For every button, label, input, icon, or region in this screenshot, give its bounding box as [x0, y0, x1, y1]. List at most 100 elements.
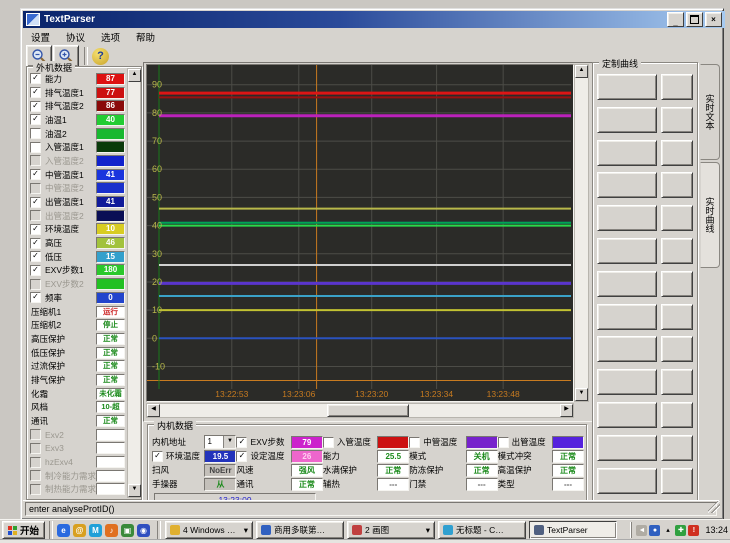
- custom-curve-button[interactable]: [597, 402, 657, 428]
- checkbox[interactable]: [30, 183, 41, 194]
- checkbox[interactable]: [30, 457, 41, 468]
- task-dropdown-icon[interactable]: ▾: [426, 525, 430, 536]
- checkbox[interactable]: [323, 437, 334, 448]
- dropdown-arrow-icon[interactable]: ▼: [223, 436, 235, 448]
- alert-icon[interactable]: !: [688, 525, 699, 536]
- checkbox[interactable]: ✓: [30, 224, 41, 235]
- custom-curve-button[interactable]: [597, 271, 657, 297]
- checkbox[interactable]: ✓: [30, 73, 41, 84]
- sidebar-scrollbar[interactable]: ▲ ▼: [127, 68, 141, 498]
- chart-plot[interactable]: 9080706050403020100-1013:22:5313:23:0613…: [146, 64, 574, 402]
- minimize-button[interactable]: _: [667, 12, 684, 27]
- checkbox[interactable]: ✓: [30, 265, 41, 276]
- task-button-商用多联第…[interactable]: 商用多联第…: [256, 521, 344, 539]
- media-icon[interactable]: ♪: [105, 524, 118, 537]
- title-bar[interactable]: TextParser _ ×: [23, 11, 725, 28]
- checkbox[interactable]: [30, 443, 41, 454]
- custom-curve-value-button[interactable]: [661, 402, 693, 428]
- restore-button[interactable]: [686, 12, 703, 27]
- custom-curve-button[interactable]: [597, 468, 657, 494]
- custom-curve-button[interactable]: [597, 172, 657, 198]
- checkbox[interactable]: ✓: [30, 292, 41, 303]
- custom-curve-value-button[interactable]: [661, 172, 693, 198]
- custom-curve-button[interactable]: [597, 107, 657, 133]
- help-button[interactable]: ?: [92, 48, 109, 65]
- custom-curve-value-button[interactable]: [661, 271, 693, 297]
- checkbox[interactable]: ✓: [236, 451, 247, 462]
- outlook-icon[interactable]: @: [73, 524, 86, 537]
- menu-item-帮助[interactable]: 帮助: [128, 29, 163, 45]
- custom-curve-value-button[interactable]: [661, 369, 693, 395]
- msn-icon[interactable]: M: [89, 524, 102, 537]
- checkbox[interactable]: [30, 429, 41, 440]
- custom-curve-value-button[interactable]: [661, 336, 693, 362]
- custom-curve-value-button[interactable]: [661, 205, 693, 231]
- checkbox[interactable]: ✓: [30, 114, 41, 125]
- checkbox[interactable]: ✓: [30, 101, 41, 112]
- scroll-up-icon[interactable]: ▲: [128, 69, 141, 82]
- close-button[interactable]: ×: [705, 12, 722, 27]
- custom-curve-value-button[interactable]: [661, 304, 693, 330]
- menu-item-设置[interactable]: 设置: [23, 29, 58, 45]
- tab-实时曲线[interactable]: 实时曲线: [700, 162, 720, 268]
- checkbox[interactable]: [498, 437, 509, 448]
- checkbox[interactable]: [30, 128, 41, 139]
- start-button[interactable]: 开始: [2, 521, 45, 539]
- menu-item-选项[interactable]: 选项: [93, 29, 128, 45]
- checkbox[interactable]: ✓: [152, 451, 163, 462]
- antivirus-icon[interactable]: ✚: [675, 525, 686, 536]
- chart-vscrollbar[interactable]: ▲ ▼: [574, 64, 589, 402]
- custom-curve-value-button[interactable]: [661, 238, 693, 264]
- checkbox[interactable]: ✓: [30, 169, 41, 180]
- chart-scroll-down-icon[interactable]: ▼: [575, 388, 588, 401]
- chart-scroll-up-icon[interactable]: ▲: [575, 65, 588, 78]
- task-button-无标题 - C…[interactable]: 无标题 - C…: [438, 521, 526, 539]
- messenger-icon[interactable]: ◉: [137, 524, 150, 537]
- scroll-down-icon[interactable]: ▼: [128, 484, 141, 497]
- checkbox[interactable]: [30, 484, 41, 495]
- checkbox[interactable]: ✓: [236, 437, 247, 448]
- indoor-address-dropdown[interactable]: 1▼: [204, 435, 236, 449]
- checkbox[interactable]: ✓: [30, 197, 41, 208]
- checkbox[interactable]: ✓: [30, 251, 41, 262]
- checkbox[interactable]: ✓: [30, 87, 41, 98]
- ie-icon[interactable]: e: [57, 524, 70, 537]
- checkbox[interactable]: [30, 142, 41, 153]
- task-dropdown-icon[interactable]: ▾: [244, 525, 248, 536]
- task-button-TextParser[interactable]: TextParser: [529, 521, 617, 539]
- tab-实时文本[interactable]: 实时文本: [700, 64, 720, 160]
- speaker-icon[interactable]: ◄: [636, 525, 647, 536]
- chart-hscroll-thumb[interactable]: [327, 404, 409, 417]
- checkbox[interactable]: [30, 470, 41, 481]
- custom-curve-value-button[interactable]: [661, 435, 693, 461]
- task-button-4 Windows …[interactable]: 4 Windows …▾: [165, 521, 253, 539]
- desktop-icon[interactable]: ▣: [121, 524, 134, 537]
- sidebar-item-label: 入管温度2: [45, 155, 96, 167]
- chart-scroll-left-icon[interactable]: ◀: [147, 404, 160, 417]
- chart-scroll-right-icon[interactable]: ▶: [560, 404, 573, 417]
- custom-curve-value-button[interactable]: [661, 107, 693, 133]
- resize-grip[interactable]: [708, 501, 720, 513]
- checkbox[interactable]: [30, 210, 41, 221]
- custom-curve-value-button[interactable]: [661, 140, 693, 166]
- custom-curve-button[interactable]: [597, 205, 657, 231]
- custom-curve-value-button[interactable]: [661, 74, 693, 100]
- network-icon[interactable]: ●: [649, 525, 660, 536]
- custom-curve-value-button[interactable]: [661, 468, 693, 494]
- custom-curve-button[interactable]: [597, 304, 657, 330]
- checkbox[interactable]: ✓: [30, 238, 41, 249]
- chart-hscrollbar[interactable]: ◀ ▶: [146, 403, 574, 418]
- checkbox[interactable]: [30, 155, 41, 166]
- custom-curve-button[interactable]: [597, 369, 657, 395]
- custom-curve-button[interactable]: [597, 74, 657, 100]
- menu-item-协议[interactable]: 协议: [58, 29, 93, 45]
- indoor-label-text: 中管温度: [423, 436, 457, 448]
- custom-curve-button[interactable]: [597, 435, 657, 461]
- checkbox[interactable]: [409, 437, 420, 448]
- custom-curve-button[interactable]: [597, 238, 657, 264]
- show-hidden-icon[interactable]: ▴: [662, 525, 673, 536]
- task-button-2 画图[interactable]: 2 画图▾: [347, 521, 435, 539]
- custom-curve-button[interactable]: [597, 140, 657, 166]
- custom-curve-button[interactable]: [597, 336, 657, 362]
- checkbox[interactable]: [30, 279, 41, 290]
